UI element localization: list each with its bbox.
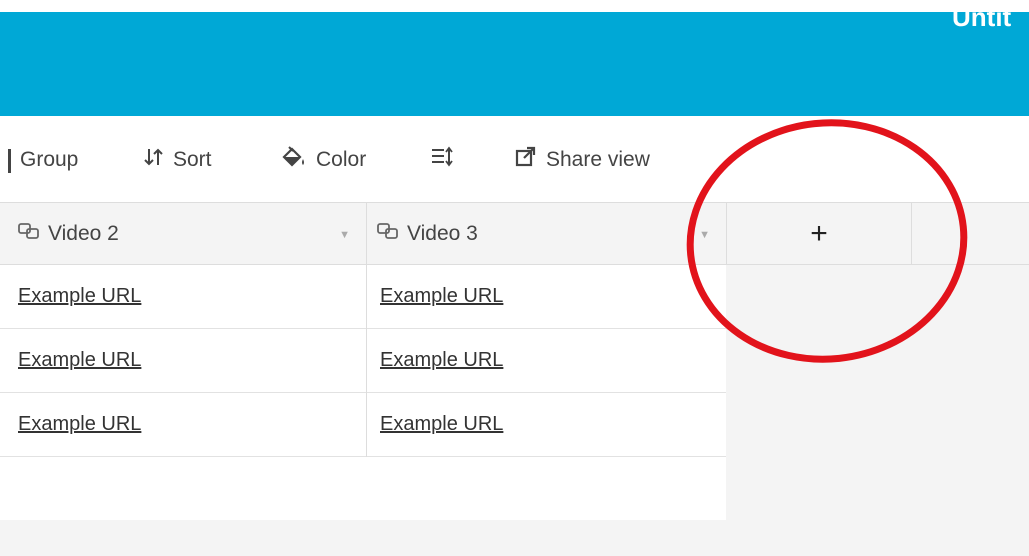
- column-header-video-3[interactable]: Video 3 ▼: [367, 203, 726, 265]
- cell-divider: [366, 265, 367, 329]
- sort-button[interactable]: Sort: [143, 144, 212, 176]
- base-header: Untit: [0, 12, 1029, 116]
- sort-label: Sort: [173, 148, 212, 171]
- column-header-label: Video 3: [407, 222, 478, 245]
- row-height-icon: [430, 146, 454, 174]
- color-label: Color: [316, 148, 367, 171]
- grid-view: Video 2 ▼ Video 3 ▼ + Example URL Exampl…: [0, 202, 1029, 556]
- linked-record-icon: [377, 222, 399, 246]
- column-header-video-2[interactable]: Video 2 ▼: [0, 203, 366, 265]
- base-title[interactable]: Untit: [952, 12, 1011, 33]
- group-icon: [8, 149, 11, 173]
- cell-link[interactable]: Example URL: [380, 329, 503, 392]
- linked-record-icon: [18, 222, 40, 246]
- view-toolbar: Group Sort Color Share view: [0, 116, 1029, 202]
- cell-link[interactable]: Example URL: [18, 329, 141, 392]
- table-row[interactable]: Example URL Example URL: [0, 393, 726, 457]
- column-menu-caret-icon[interactable]: ▼: [699, 229, 710, 241]
- column-header-label: Video 2: [48, 222, 119, 245]
- group-label: Group: [20, 148, 79, 171]
- column-header-row: Video 2 ▼ Video 3 ▼ +: [0, 202, 1029, 265]
- table-row[interactable]: Example URL Example URL: [0, 265, 726, 329]
- table-row[interactable]: Example URL Example URL: [0, 329, 726, 393]
- paint-bucket-icon: [280, 145, 308, 175]
- plus-icon: +: [810, 217, 828, 250]
- share-icon: [514, 146, 538, 174]
- cell-link[interactable]: Example URL: [18, 393, 141, 456]
- share-view-button[interactable]: Share view: [514, 144, 650, 176]
- add-field-button[interactable]: +: [727, 203, 912, 265]
- column-menu-caret-icon[interactable]: ▼: [339, 229, 350, 241]
- cell-divider: [366, 393, 367, 457]
- cell-link[interactable]: Example URL: [18, 265, 141, 328]
- add-row-area[interactable]: [0, 457, 726, 520]
- cell-link[interactable]: Example URL: [380, 265, 503, 328]
- cell-divider: [366, 329, 367, 393]
- sort-icon: [143, 147, 165, 173]
- cell-link[interactable]: Example URL: [380, 393, 503, 456]
- group-button[interactable]: Group: [20, 144, 78, 176]
- color-button[interactable]: Color: [280, 144, 366, 176]
- app-window: Untit Group Sort Color Share view Video …: [0, 0, 1029, 556]
- share-view-label: Share view: [546, 148, 650, 171]
- row-height-button[interactable]: [430, 144, 462, 176]
